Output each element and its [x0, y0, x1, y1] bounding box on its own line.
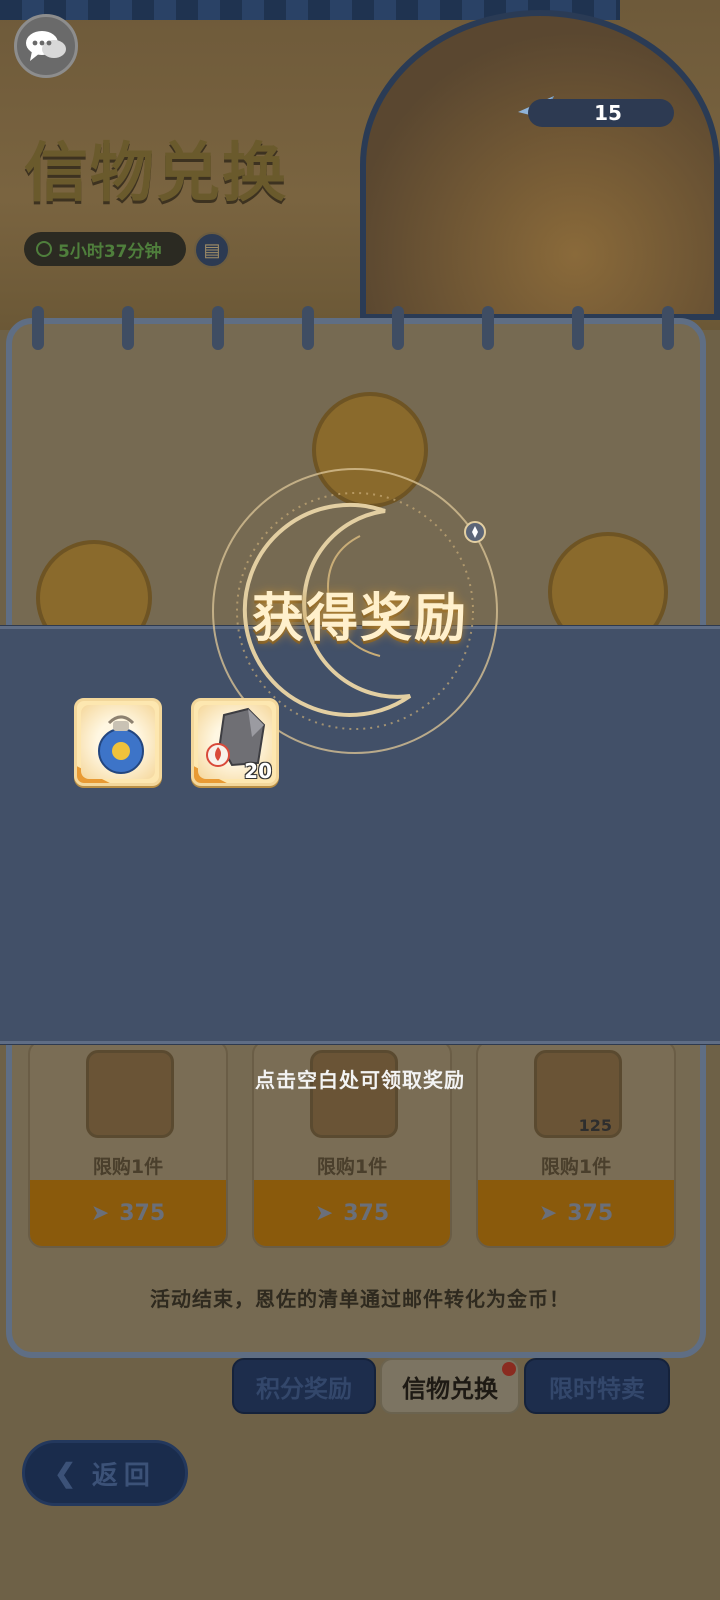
- tab-limited-sale[interactable]: 限时特卖: [524, 1358, 670, 1414]
- event-timer: 5小时37分钟: [24, 232, 186, 266]
- binder-ring: [662, 306, 674, 350]
- back-label: 返回: [91, 1459, 156, 1490]
- timer-text: 5小时37分钟: [58, 241, 162, 262]
- reward-count: 20: [244, 759, 272, 783]
- paper-plane-icon: ➤: [538, 1200, 558, 1226]
- binder-rings: [0, 306, 720, 356]
- price-value: 375: [343, 1200, 390, 1226]
- event-end-note: 活动结束，恩佐的清单通过邮件转化为金币！: [150, 1287, 570, 1311]
- chat-bubbles-icon: [26, 31, 66, 61]
- claim-hint[interactable]: 点击空白处可领取奖励: [0, 1064, 720, 1093]
- binder-ring: [212, 306, 224, 350]
- chat-button[interactable]: [14, 14, 78, 78]
- notification-dot: [502, 1362, 516, 1376]
- paper-plane-icon: ➤: [314, 1200, 334, 1226]
- blue-potion-bag-icon: [98, 715, 144, 774]
- binder-ring: [392, 306, 404, 350]
- book-icon: ▤: [203, 239, 221, 260]
- purchase-limit: 限购1件: [92, 1156, 164, 1178]
- back-arrow-icon: ❮: [54, 1457, 82, 1488]
- tab-label: 积分奖励: [256, 1374, 352, 1403]
- binder-ring: [572, 306, 584, 350]
- tab-token-exchange[interactable]: 信物兑换: [380, 1358, 520, 1414]
- reward-title: 获得奖励: [251, 589, 468, 649]
- paper-plane-icon: ➤: [90, 1200, 110, 1226]
- reward-item[interactable]: [74, 698, 162, 786]
- tab-label: 限时特卖: [549, 1374, 645, 1403]
- purchase-limit: 限购1件: [316, 1156, 388, 1178]
- back-button[interactable]: ❮ 返回: [22, 1440, 188, 1506]
- price-button[interactable]: ➤ 375: [478, 1180, 674, 1246]
- price-button[interactable]: ➤ 375: [254, 1180, 450, 1246]
- price-value: 375: [567, 1200, 614, 1226]
- price-button[interactable]: ➤ 375: [30, 1180, 226, 1246]
- tab-label: 信物兑换: [402, 1374, 498, 1403]
- binder-ring: [122, 306, 134, 350]
- binder-ring: [302, 306, 314, 350]
- binder-ring: [482, 306, 494, 350]
- currency-count: 15: [594, 101, 622, 125]
- purchase-limit: 限购1件: [540, 1156, 612, 1178]
- ferris-wheel-illustration: [360, 10, 720, 320]
- tab-points-reward[interactable]: 积分奖励: [232, 1358, 376, 1414]
- clock-icon: [36, 241, 52, 257]
- item-quantity: 125: [578, 1116, 612, 1135]
- price-value: 375: [119, 1200, 166, 1226]
- binder-ring: [32, 306, 44, 350]
- rules-book-button[interactable]: ▤: [194, 232, 230, 268]
- reward-item[interactable]: 20: [191, 698, 279, 786]
- page-title: 信物兑换: [24, 137, 288, 211]
- currency-counter: 15: [528, 99, 674, 127]
